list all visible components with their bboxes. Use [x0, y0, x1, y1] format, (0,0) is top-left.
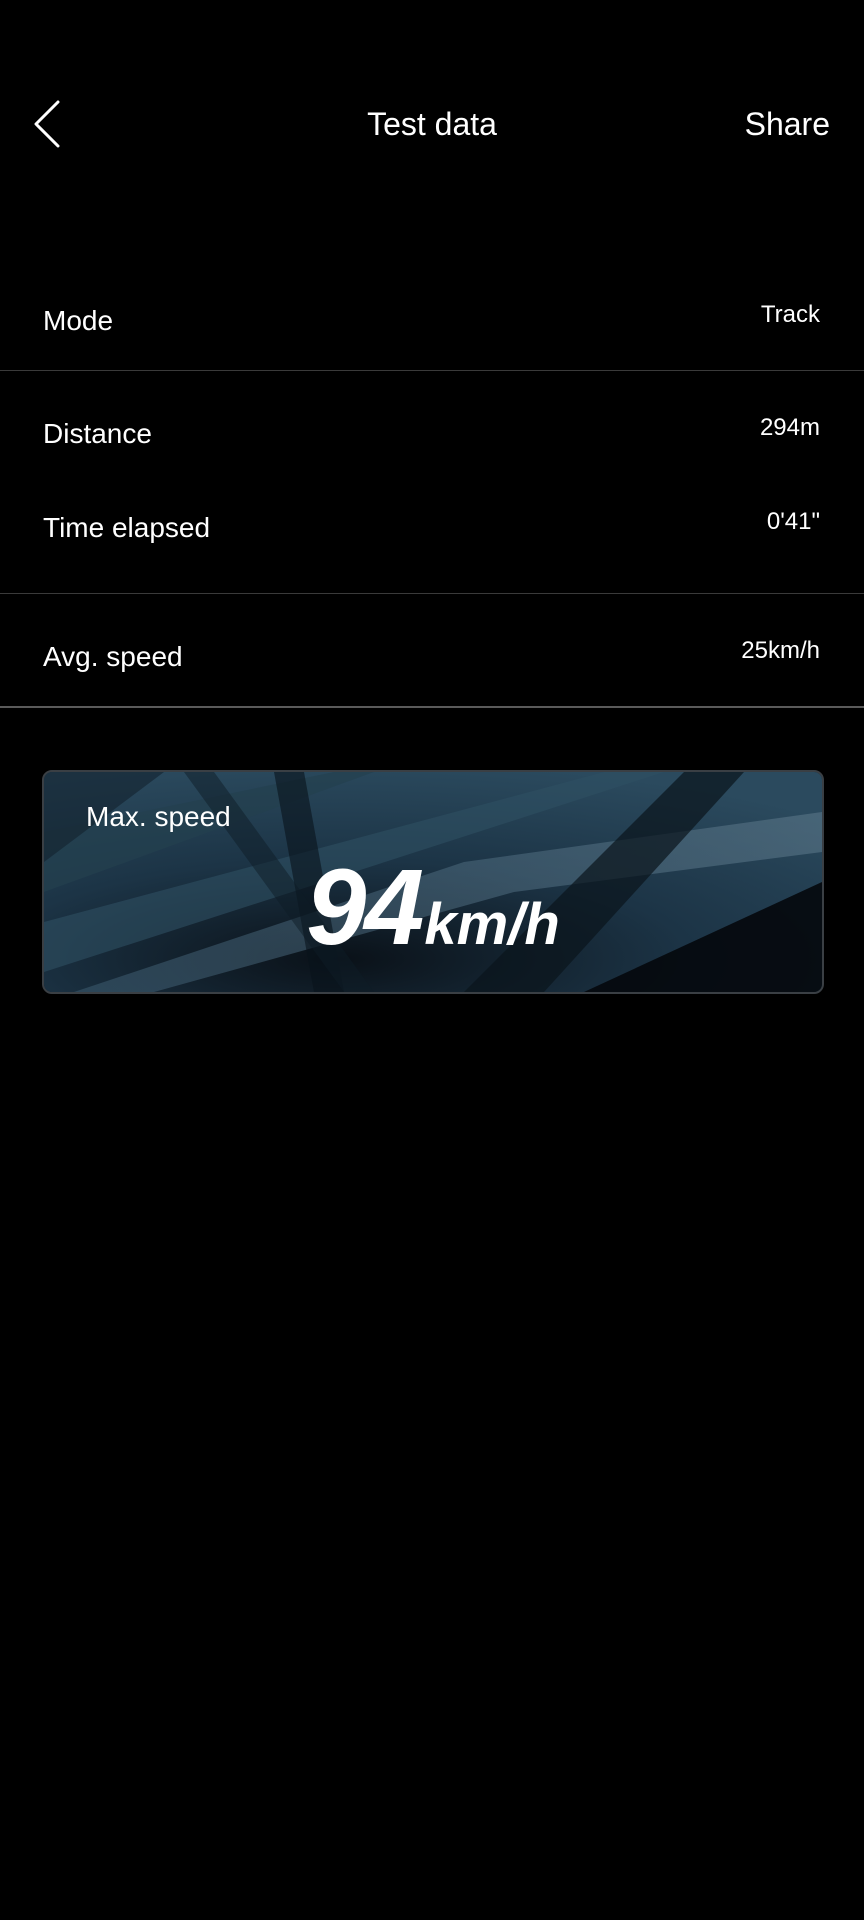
row-value: Track [760, 301, 820, 328]
test-data-list: Mode Track Distance 294m Time elapsed 0'… [0, 258, 864, 708]
row-label: Distance [43, 418, 152, 449]
row-avg-speed: Avg. speed 25km/h [0, 594, 864, 706]
row-label: Mode [43, 305, 114, 336]
app-header: Test data Share [0, 0, 864, 250]
row-value: 0'41" [766, 508, 820, 535]
row-distance: Distance 294m [0, 371, 864, 483]
max-speed-unit: km/h [424, 892, 560, 957]
row-value: 294m [759, 414, 820, 441]
max-speed-card: Max. speed 94km/h [42, 770, 824, 994]
share-button[interactable]: Share [745, 104, 830, 144]
divider [0, 706, 864, 708]
row-label: Avg. speed [43, 641, 183, 672]
row-time-elapsed: Time elapsed 0'41" [0, 483, 864, 593]
row-label: Time elapsed [43, 512, 211, 543]
row-mode: Mode Track [0, 258, 864, 370]
row-value: 25km/h [741, 637, 820, 664]
max-speed-number: 94 [306, 846, 424, 967]
max-speed-label: Max. speed [86, 801, 231, 832]
max-speed-value: 94km/h [44, 852, 822, 962]
page-title: Test data [367, 106, 497, 142]
